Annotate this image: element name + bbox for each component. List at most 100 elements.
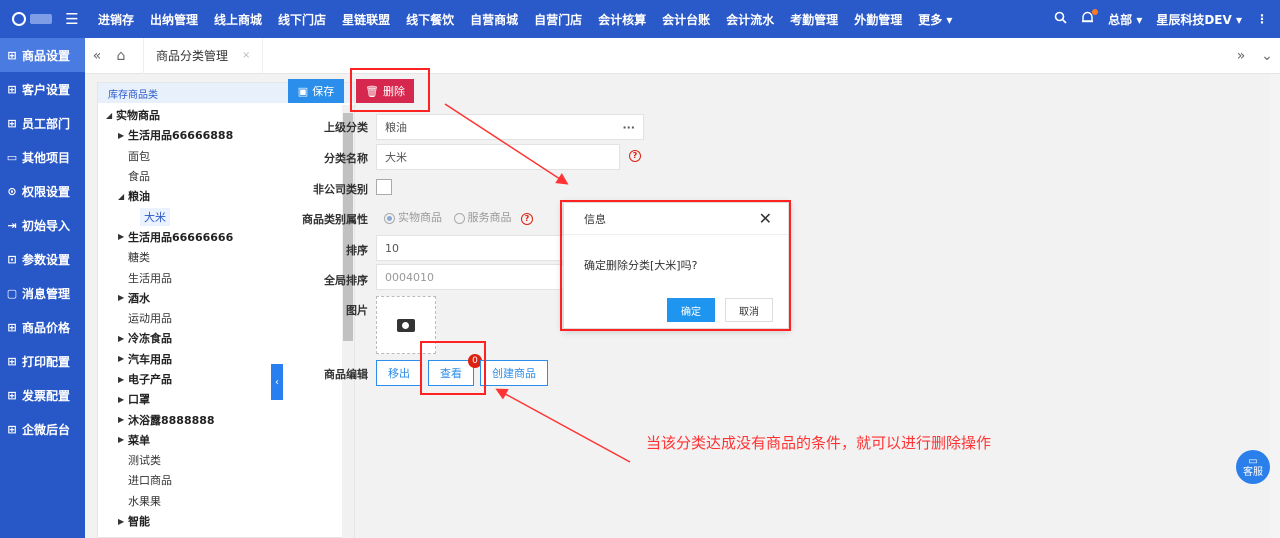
double-chevron-right-icon[interactable]: »	[1228, 48, 1254, 64]
sidebar-item[interactable]: ⊞ 打印配置	[0, 344, 85, 378]
sidebar-item[interactable]: ▢ 消息管理	[0, 276, 85, 310]
trash-icon: 🗑	[365, 84, 379, 98]
tree-node-label: 进口商品	[128, 474, 172, 488]
radio-physical[interactable]	[384, 212, 395, 224]
confirm-cancel-button[interactable]: 取消	[725, 298, 773, 322]
delete-button[interactable]: 🗑 删除	[356, 79, 414, 103]
save-label: 保存	[312, 85, 335, 98]
nav-item[interactable]: 线下餐饮	[398, 11, 462, 28]
caret-down-icon[interactable]: ◢	[106, 111, 116, 120]
parent-category-field[interactable]: 粮油 ···	[376, 114, 644, 140]
create-product-button[interactable]: 创建商品	[480, 360, 548, 386]
nav-item[interactable]: 会计流水	[718, 11, 782, 28]
left-sidebar: ⊞ 商品设置 ⊞ 客户设置 ⊞ 员工部门 ▭ 其他项目 ⊙ 权限设置 ⇥ 初始导入 ⊡ 参数设置 ▢ 消息管理…	[0, 38, 85, 538]
caret-right-icon[interactable]: ▶	[118, 131, 128, 140]
caret-right-icon[interactable]: ▶	[118, 354, 128, 363]
help-icon[interactable]: ?	[629, 150, 641, 162]
radio-service[interactable]	[453, 212, 465, 224]
sidebar-item[interactable]: ⊞ 企微后台	[0, 412, 85, 446]
caret-right-icon[interactable]: ▶	[118, 517, 128, 526]
company-selector[interactable]: 星辰科技DEV ▾	[1156, 11, 1242, 28]
sidebar-item[interactable]: ⊙ 权限设置	[0, 174, 85, 208]
help-icon[interactable]: ?	[521, 213, 533, 225]
tree-node-label: 面包	[128, 149, 150, 163]
sidebar-item[interactable]: ▭ 其他项目	[0, 140, 85, 174]
caret-down-icon[interactable]: ◢	[118, 192, 128, 201]
nav-item[interactable]: 线上商城	[206, 11, 270, 28]
bell-icon[interactable]	[1081, 8, 1099, 28]
brand[interactable]	[0, 12, 62, 26]
tree-node-label: 生活用品66666666	[128, 230, 234, 244]
nav-item[interactable]: 更多 ▾	[910, 11, 960, 28]
tree-node-label: 测试类	[128, 454, 161, 468]
caret-right-icon[interactable]: ▶	[118, 232, 128, 241]
tree-node-label: 电子产品	[128, 373, 172, 386]
non-company-label: 非公司类别	[313, 183, 368, 196]
folder-icon: ▭	[6, 150, 18, 164]
tree-node-label: 口罩	[128, 393, 150, 407]
nav-item[interactable]: 进销存	[90, 11, 142, 28]
more-vertical-icon[interactable]: ⋮	[1256, 12, 1268, 26]
hamburger-icon[interactable]: ☰	[62, 10, 82, 28]
nav-item[interactable]: 会计核算	[590, 11, 654, 28]
sort-input[interactable]: 10	[376, 235, 566, 261]
nav-item[interactable]: 会计台账	[654, 11, 718, 28]
tree-node-label: 菜单	[128, 433, 150, 447]
sort-label: 排序	[346, 244, 368, 257]
non-company-checkbox[interactable]	[376, 179, 392, 195]
nav-item[interactable]: 自营商城	[462, 11, 526, 28]
home-icon[interactable]: ⌂	[109, 48, 133, 64]
shield-icon: ⊙	[7, 184, 17, 198]
search-icon[interactable]	[1054, 11, 1067, 27]
nav-item[interactable]: 外勤管理	[846, 11, 910, 28]
org-selector[interactable]: 总部 ▾	[1108, 11, 1142, 28]
top-right-tools: 总部 ▾ 星辰科技DEV ▾ ⋮	[1054, 0, 1280, 38]
close-icon[interactable]: ×	[242, 50, 250, 61]
collapse-panel-handle[interactable]: ‹	[271, 364, 283, 400]
caret-right-icon[interactable]: ▶	[118, 293, 128, 302]
close-icon[interactable]: ✕	[759, 209, 772, 228]
sidebar-item[interactable]: ⊞ 发票配置	[0, 378, 85, 412]
nav-item[interactable]: 考勤管理	[782, 11, 846, 28]
nav-item[interactable]: 出纳管理	[142, 11, 206, 28]
grid-icon: ⊞	[7, 116, 17, 130]
caret-right-icon[interactable]: ▶	[118, 375, 128, 384]
chevron-down-icon[interactable]: ⌄	[1254, 48, 1280, 64]
save-icon: ▣	[297, 84, 309, 98]
tree-node-label: 生活用品66666888	[128, 129, 234, 143]
image-upload[interactable]	[376, 296, 436, 354]
caret-right-icon[interactable]: ▶	[118, 334, 128, 343]
sidebar-item[interactable]: ⊞ 客户设置	[0, 72, 85, 106]
tab-category-management[interactable]: 商品分类管理 ×	[143, 37, 264, 74]
sidebar-item[interactable]: ⊞ 商品设置	[0, 38, 85, 72]
service-label: 客服	[1243, 467, 1263, 478]
nav-item[interactable]: 线下门店	[270, 11, 334, 28]
move-out-button[interactable]: 移出	[376, 360, 422, 386]
sidebar-item-label: 消息管理	[22, 286, 71, 301]
nav-item[interactable]: 星链联盟	[334, 11, 398, 28]
tree-node-label: 水果果	[128, 494, 161, 508]
more-icon[interactable]: ···	[622, 121, 635, 134]
customer-service-button[interactable]: ▭ 客服	[1236, 450, 1270, 484]
caret-right-icon[interactable]: ▶	[118, 435, 128, 444]
caret-right-icon[interactable]: ▶	[118, 415, 128, 424]
sidebar-item[interactable]: ⊞ 商品价格	[0, 310, 85, 344]
tree-node-label: 冷冻食品	[128, 332, 172, 346]
caret-right-icon[interactable]: ▶	[118, 395, 128, 404]
tree-node-label: 糖类	[128, 251, 150, 265]
save-button[interactable]: ▣ 保存	[288, 79, 344, 103]
sidebar-item[interactable]: ⇥ 初始导入	[0, 208, 85, 242]
double-chevron-left-icon[interactable]: «	[85, 48, 109, 64]
sidebar-item[interactable]: ⊞ 员工部门	[0, 106, 85, 140]
view-button[interactable]: 查看	[428, 360, 474, 386]
nav-item[interactable]: 自营门店	[526, 11, 590, 28]
main-scrollbar[interactable]	[1270, 74, 1280, 538]
sidebar-item-label: 打印配置	[22, 354, 71, 369]
sidebar-item[interactable]: ⊡ 参数设置	[0, 242, 85, 276]
category-name-input[interactable]: 大米	[376, 144, 620, 170]
dialog-title: 信息	[584, 212, 606, 226]
confirm-ok-button[interactable]: 确定	[667, 298, 715, 322]
sidebar-item-label: 员工部门	[22, 116, 71, 131]
attr-opt1-label: 实物商品	[398, 211, 442, 224]
tree-node-label: 粮油	[128, 190, 150, 204]
